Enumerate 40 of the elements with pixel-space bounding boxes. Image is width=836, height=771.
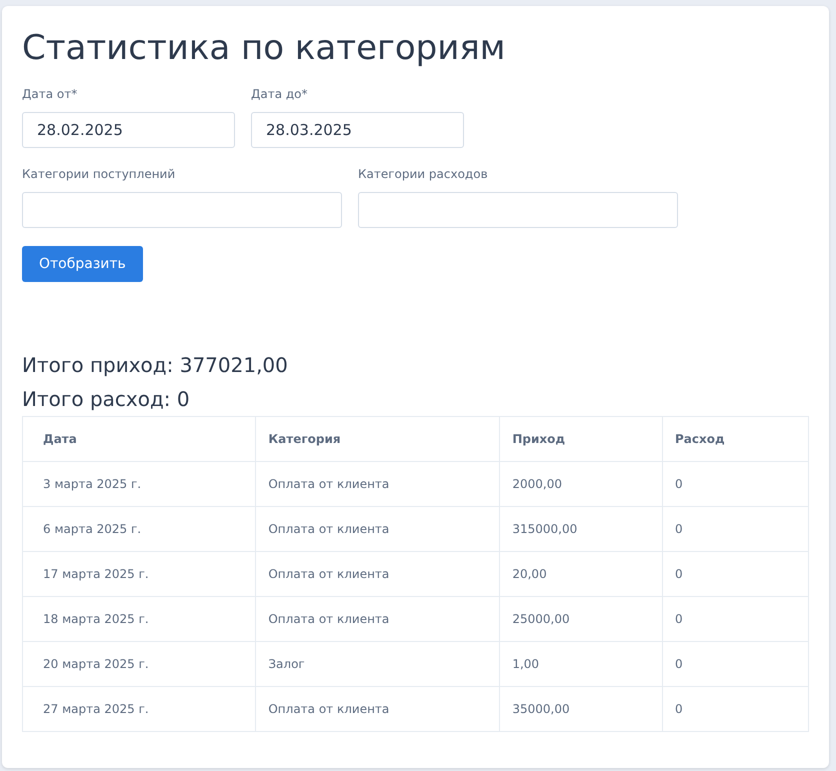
table-cell: Оплата от клиента [256, 596, 500, 642]
category-field[interactable] [358, 192, 678, 228]
column-header: Категория [256, 416, 500, 462]
table-cell: Оплата от клиента [256, 506, 500, 552]
table-cell: 2000,00 [500, 462, 662, 506]
field-label: Дата от* [22, 86, 78, 102]
table-cell: 25000,00 [500, 596, 662, 642]
table-cell: Оплата от клиента [256, 552, 500, 596]
column-header: Расход [662, 416, 808, 462]
field-label: Категории расходов [358, 166, 489, 182]
table-cell: 3 марта 2025 г. [22, 462, 256, 506]
page-title: Статистика по категориям [22, 28, 506, 68]
show-button[interactable]: Отобразить [22, 246, 143, 282]
table-cell: 0 [662, 686, 808, 732]
table-cell: 1,00 [500, 642, 662, 686]
table-cell: 17 марта 2025 г. [22, 552, 256, 596]
table-cell: 0 [662, 462, 808, 506]
table-cell: 20,00 [500, 552, 662, 596]
table-cell: 0 [662, 642, 808, 686]
table-cell: 0 [662, 506, 808, 552]
column-header: Приход [500, 416, 662, 462]
date-field[interactable]: 28.02.2025 [22, 112, 235, 148]
total-text: Итого расход: 0 [22, 386, 191, 413]
field-label: Дата до* [251, 86, 309, 102]
table-cell: 20 марта 2025 г. [22, 642, 256, 686]
table-cell: Залог [256, 642, 500, 686]
column-header: Дата [22, 416, 256, 462]
category-field[interactable] [22, 192, 342, 228]
table-cell: 35000,00 [500, 686, 662, 732]
table-cell: 18 марта 2025 г. [22, 596, 256, 642]
table-cell: 27 марта 2025 г. [22, 686, 256, 732]
table-cell: 0 [662, 596, 808, 642]
total-text: Итого приход: 377021,00 [22, 352, 289, 379]
table-cell: Оплата от клиента [256, 686, 500, 732]
table-cell: 6 марта 2025 г. [22, 506, 256, 552]
table-cell: 315000,00 [500, 506, 662, 552]
field-label: Категории поступлений [22, 166, 176, 182]
date-field[interactable]: 28.03.2025 [251, 112, 464, 148]
table-cell: 0 [662, 552, 808, 596]
table-cell: Оплата от клиента [256, 462, 500, 506]
